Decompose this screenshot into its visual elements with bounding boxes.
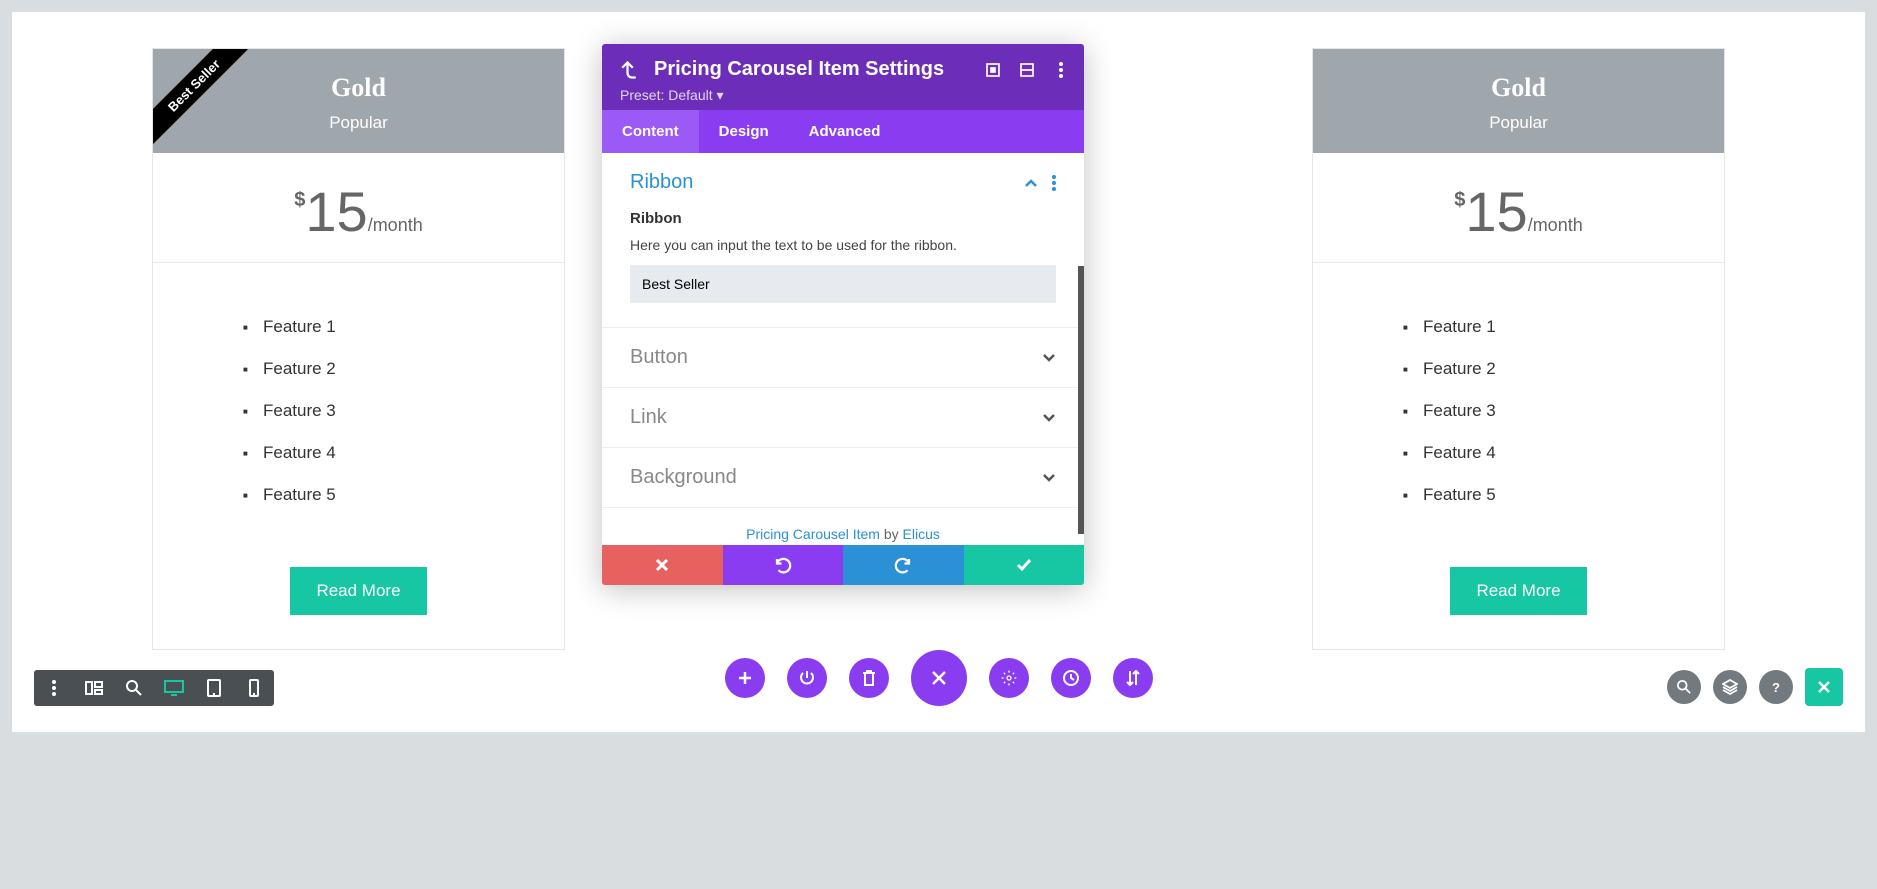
list-item: Feature 1: [263, 317, 524, 337]
desktop-icon[interactable]: [162, 676, 186, 700]
tabs: Content Design Advanced: [602, 110, 1084, 153]
tab-design[interactable]: Design: [699, 110, 789, 153]
settings-button[interactable]: [989, 658, 1029, 698]
panel-footer: [602, 545, 1084, 585]
price-period: /month: [368, 215, 423, 235]
section-ribbon-title: Ribbon: [630, 171, 693, 194]
zoom-icon[interactable]: [122, 676, 146, 700]
section-link-title: Link: [630, 406, 667, 429]
price-amount: 15: [1465, 180, 1527, 243]
ribbon-field-label: Ribbon: [630, 210, 1056, 227]
phone-icon[interactable]: [242, 676, 266, 700]
read-more-button[interactable]: Read More: [290, 567, 426, 615]
list-item: Feature 4: [1423, 443, 1684, 463]
ribbon-field-help: Here you can input the text to be used f…: [630, 237, 1056, 253]
expand-icon[interactable]: [984, 61, 1002, 79]
card-title: Gold: [1329, 73, 1708, 103]
credit-by: by: [880, 526, 903, 542]
features-list: Feature 1 Feature 2 Feature 3 Feature 4 …: [1313, 263, 1724, 557]
currency: $: [1454, 189, 1465, 211]
toolbar-more-icon[interactable]: [42, 676, 66, 700]
power-button[interactable]: [787, 658, 827, 698]
card-subtitle: Popular: [1329, 113, 1708, 133]
more-icon[interactable]: [1052, 61, 1070, 79]
panel-header: Pricing Carousel Item Settings Preset: D…: [602, 44, 1084, 110]
scrollbar-thumb[interactable]: [1078, 266, 1084, 534]
list-item: Feature 3: [263, 401, 524, 421]
search-help-icon[interactable]: [1667, 670, 1701, 704]
section-background-title: Background: [630, 466, 737, 489]
builder-canvas: Best Seller Gold Popular $15/month Featu…: [12, 12, 1865, 732]
save-button[interactable]: [964, 545, 1085, 585]
ribbon-input[interactable]: [630, 265, 1056, 303]
currency: $: [294, 189, 305, 211]
close-icon[interactable]: [1805, 668, 1843, 706]
snap-icon[interactable]: [1018, 61, 1036, 79]
pricing-card-left: Best Seller Gold Popular $15/month Featu…: [152, 48, 565, 650]
panel-title: Pricing Carousel Item Settings: [654, 58, 968, 81]
list-item: Feature 1: [1423, 317, 1684, 337]
price-amount: 15: [305, 180, 367, 243]
panel-title-row: Pricing Carousel Item Settings: [620, 58, 1070, 81]
section-background[interactable]: Background: [602, 448, 1084, 508]
history-button[interactable]: [1051, 658, 1091, 698]
help-toolbar: ?: [1667, 668, 1843, 706]
list-item: Feature 4: [263, 443, 524, 463]
section-link[interactable]: Link: [602, 388, 1084, 448]
chevron-down-icon: [1042, 353, 1056, 363]
redo-button[interactable]: [843, 545, 964, 585]
tab-advanced[interactable]: Advanced: [789, 110, 901, 153]
read-more-button[interactable]: Read More: [1450, 567, 1586, 615]
preset-label[interactable]: Preset: Default ▾: [620, 87, 1070, 104]
list-item: Feature 3: [1423, 401, 1684, 421]
section-button-title: Button: [630, 346, 688, 369]
card-subtitle: Popular: [169, 113, 548, 133]
undo-button[interactable]: [723, 545, 844, 585]
chevron-down-icon: [1042, 473, 1056, 483]
card-header: Gold Popular: [1313, 49, 1724, 153]
panel-body: Ribbon Ribbon Here you can input the tex…: [602, 153, 1084, 545]
close-builder-button[interactable]: [911, 650, 967, 706]
section-button[interactable]: Button: [602, 328, 1084, 388]
tablet-icon[interactable]: [202, 676, 226, 700]
wireframe-icon[interactable]: [82, 676, 106, 700]
list-item: Feature 5: [263, 485, 524, 505]
builder-toolbar: [725, 650, 1153, 706]
back-icon[interactable]: [620, 61, 638, 79]
cancel-button[interactable]: [602, 545, 723, 585]
card-title: Gold: [169, 73, 548, 103]
chevron-down-icon: [1042, 413, 1056, 423]
section-ribbon: Ribbon Ribbon Here you can input the tex…: [602, 153, 1084, 328]
section-more-icon[interactable]: [1052, 175, 1056, 191]
layers-icon[interactable]: [1713, 670, 1747, 704]
tab-content[interactable]: Content: [602, 110, 699, 153]
settings-panel: Pricing Carousel Item Settings Preset: D…: [602, 44, 1084, 585]
price-period: /month: [1528, 215, 1583, 235]
list-item: Feature 2: [263, 359, 524, 379]
trash-button[interactable]: [849, 658, 889, 698]
chevron-up-icon[interactable]: [1024, 178, 1038, 188]
add-button[interactable]: [725, 658, 765, 698]
sort-button[interactable]: [1113, 658, 1153, 698]
pricing-card-right: Gold Popular $15/month Feature 1 Feature…: [1312, 48, 1725, 650]
help-icon[interactable]: ?: [1759, 670, 1793, 704]
section-ribbon-header[interactable]: Ribbon: [630, 171, 1056, 194]
module-name-link[interactable]: Pricing Carousel Item: [746, 526, 880, 542]
list-item: Feature 2: [1423, 359, 1684, 379]
price-row: $15/month: [153, 153, 564, 263]
module-credit: Pricing Carousel Item by Elicus: [602, 508, 1084, 545]
view-toolbar: [34, 670, 274, 706]
list-item: Feature 5: [1423, 485, 1684, 505]
svg-text:?: ?: [1772, 680, 1780, 694]
author-link[interactable]: Elicus: [903, 526, 940, 542]
price-row: $15/month: [1313, 153, 1724, 263]
features-list: Feature 1 Feature 2 Feature 3 Feature 4 …: [153, 263, 564, 557]
